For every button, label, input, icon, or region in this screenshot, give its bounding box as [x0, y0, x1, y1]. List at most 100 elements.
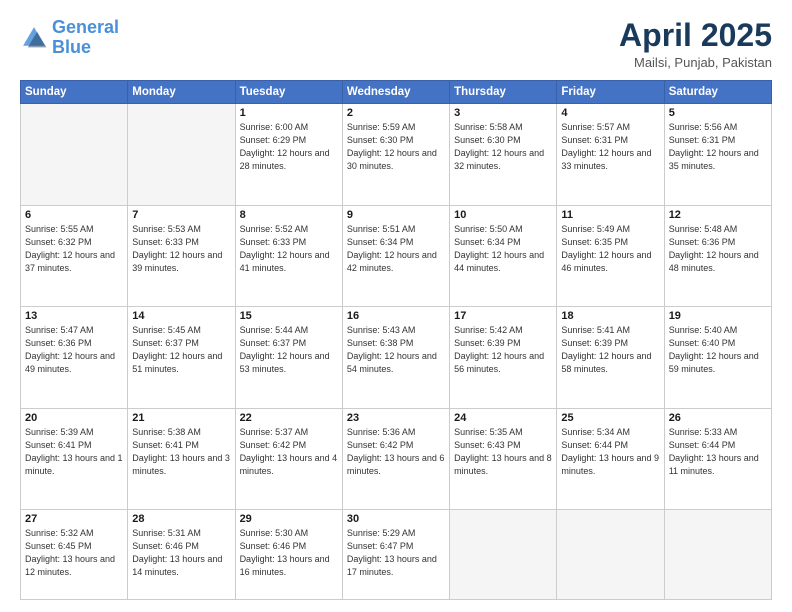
- day-detail: Sunrise: 5:44 AM Sunset: 6:37 PM Dayligh…: [240, 324, 338, 376]
- calendar-cell: 24 Sunrise: 5:35 AM Sunset: 6:43 PM Dayli…: [450, 408, 557, 509]
- calendar-cell: 7 Sunrise: 5:53 AM Sunset: 6:33 PM Daylig…: [128, 205, 235, 306]
- day-detail: Sunrise: 5:53 AM Sunset: 6:33 PM Dayligh…: [132, 223, 230, 275]
- col-header-thursday: Thursday: [450, 81, 557, 104]
- calendar-cell: 4 Sunrise: 5:57 AM Sunset: 6:31 PM Daylig…: [557, 104, 664, 205]
- calendar-cell: 3Sunrise: 5:58 AM Sunset: 6:30 PM Daylig…: [450, 104, 557, 205]
- calendar-cell: 23 Sunrise: 5:36 AM Sunset: 6:42 PM Dayli…: [342, 408, 449, 509]
- calendar-week-row: 1 Sunrise: 6:00 AM Sunset: 6:29 PM Daylig…: [21, 104, 772, 205]
- calendar-cell: 30 Sunrise: 5:29 AM Sunset: 6:47 PM Dayli…: [342, 510, 449, 600]
- calendar-cell: 27Sunrise: 5:32 AM Sunset: 6:45 PM Dayli…: [21, 510, 128, 600]
- day-number: 1: [240, 107, 338, 119]
- day-number: 18: [561, 310, 659, 322]
- calendar-cell: 22 Sunrise: 5:37 AM Sunset: 6:42 PM Dayli…: [235, 408, 342, 509]
- calendar-cell: [557, 510, 664, 600]
- month-title: April 2025: [619, 18, 772, 53]
- logo: General Blue: [20, 18, 119, 58]
- location: Mailsi, Punjab, Pakistan: [619, 55, 772, 70]
- day-detail: Sunrise: 5:49 AM Sunset: 6:35 PM Dayligh…: [561, 223, 659, 275]
- calendar-cell: 17Sunrise: 5:42 AM Sunset: 6:39 PM Dayli…: [450, 307, 557, 408]
- logo-text: General Blue: [52, 18, 119, 58]
- day-detail: Sunrise: 5:34 AM Sunset: 6:44 PM Dayligh…: [561, 426, 659, 478]
- day-detail: Sunrise: 5:43 AM Sunset: 6:38 PM Dayligh…: [347, 324, 445, 376]
- calendar-table: SundayMondayTuesdayWednesdayThursdayFrid…: [20, 80, 772, 600]
- day-number: 4: [561, 107, 659, 119]
- day-detail: Sunrise: 5:41 AM Sunset: 6:39 PM Dayligh…: [561, 324, 659, 376]
- calendar-cell: [450, 510, 557, 600]
- col-header-sunday: Sunday: [21, 81, 128, 104]
- day-number: 8: [240, 209, 338, 221]
- day-number: 12: [669, 209, 767, 221]
- day-number: 6: [25, 209, 123, 221]
- day-detail: Sunrise: 5:56 AM Sunset: 6:31 PM Dayligh…: [669, 121, 767, 173]
- day-detail: Sunrise: 5:32 AM Sunset: 6:45 PM Dayligh…: [25, 527, 123, 579]
- day-detail: Sunrise: 5:59 AM Sunset: 6:30 PM Dayligh…: [347, 121, 445, 173]
- calendar-cell: 20 Sunrise: 5:39 AM Sunset: 6:41 PM Dayli…: [21, 408, 128, 509]
- day-detail: Sunrise: 5:45 AM Sunset: 6:37 PM Dayligh…: [132, 324, 230, 376]
- col-header-saturday: Saturday: [664, 81, 771, 104]
- day-detail: Sunrise: 5:30 AM Sunset: 6:46 PM Dayligh…: [240, 527, 338, 579]
- day-number: 23: [347, 412, 445, 424]
- calendar-cell: [664, 510, 771, 600]
- day-number: 20: [25, 412, 123, 424]
- calendar-cell: 15 Sunrise: 5:44 AM Sunset: 6:37 PM Dayli…: [235, 307, 342, 408]
- calendar-week-row: 6Sunrise: 5:55 AM Sunset: 6:32 PM Daylig…: [21, 205, 772, 306]
- calendar-cell: 2 Sunrise: 5:59 AM Sunset: 6:30 PM Daylig…: [342, 104, 449, 205]
- calendar-cell: 8 Sunrise: 5:52 AM Sunset: 6:33 PM Daylig…: [235, 205, 342, 306]
- day-number: 26: [669, 412, 767, 424]
- day-number: 21: [132, 412, 230, 424]
- day-detail: Sunrise: 5:57 AM Sunset: 6:31 PM Dayligh…: [561, 121, 659, 173]
- day-detail: Sunrise: 5:58 AM Sunset: 6:30 PM Dayligh…: [454, 121, 552, 173]
- calendar-cell: [21, 104, 128, 205]
- day-number: 14: [132, 310, 230, 322]
- day-detail: Sunrise: 5:35 AM Sunset: 6:43 PM Dayligh…: [454, 426, 552, 478]
- day-detail: Sunrise: 5:51 AM Sunset: 6:34 PM Dayligh…: [347, 223, 445, 275]
- calendar-cell: 21 Sunrise: 5:38 AM Sunset: 6:41 PM Dayli…: [128, 408, 235, 509]
- day-detail: Sunrise: 5:38 AM Sunset: 6:41 PM Dayligh…: [132, 426, 230, 478]
- calendar-cell: 18 Sunrise: 5:41 AM Sunset: 6:39 PM Dayli…: [557, 307, 664, 408]
- page: General Blue April 2025 Mailsi, Punjab, …: [0, 0, 792, 612]
- day-number: 30: [347, 513, 445, 525]
- day-number: 2: [347, 107, 445, 119]
- day-detail: Sunrise: 5:37 AM Sunset: 6:42 PM Dayligh…: [240, 426, 338, 478]
- calendar-header-row: SundayMondayTuesdayWednesdayThursdayFrid…: [21, 81, 772, 104]
- header: General Blue April 2025 Mailsi, Punjab, …: [20, 18, 772, 70]
- calendar-cell: 6Sunrise: 5:55 AM Sunset: 6:32 PM Daylig…: [21, 205, 128, 306]
- day-detail: Sunrise: 5:36 AM Sunset: 6:42 PM Dayligh…: [347, 426, 445, 478]
- day-detail: Sunrise: 5:29 AM Sunset: 6:47 PM Dayligh…: [347, 527, 445, 579]
- calendar-cell: 26 Sunrise: 5:33 AM Sunset: 6:44 PM Dayli…: [664, 408, 771, 509]
- day-detail: Sunrise: 5:40 AM Sunset: 6:40 PM Dayligh…: [669, 324, 767, 376]
- calendar-cell: 10Sunrise: 5:50 AM Sunset: 6:34 PM Dayli…: [450, 205, 557, 306]
- day-number: 28: [132, 513, 230, 525]
- day-detail: Sunrise: 5:52 AM Sunset: 6:33 PM Dayligh…: [240, 223, 338, 275]
- calendar-week-row: 27Sunrise: 5:32 AM Sunset: 6:45 PM Dayli…: [21, 510, 772, 600]
- day-number: 9: [347, 209, 445, 221]
- day-number: 7: [132, 209, 230, 221]
- calendar-cell: 19Sunrise: 5:40 AM Sunset: 6:40 PM Dayli…: [664, 307, 771, 408]
- calendar-cell: [128, 104, 235, 205]
- day-detail: Sunrise: 5:47 AM Sunset: 6:36 PM Dayligh…: [25, 324, 123, 376]
- day-number: 22: [240, 412, 338, 424]
- calendar-cell: 9 Sunrise: 5:51 AM Sunset: 6:34 PM Daylig…: [342, 205, 449, 306]
- title-block: April 2025 Mailsi, Punjab, Pakistan: [619, 18, 772, 70]
- day-number: 17: [454, 310, 552, 322]
- day-detail: Sunrise: 5:50 AM Sunset: 6:34 PM Dayligh…: [454, 223, 552, 275]
- calendar-week-row: 13Sunrise: 5:47 AM Sunset: 6:36 PM Dayli…: [21, 307, 772, 408]
- col-header-monday: Monday: [128, 81, 235, 104]
- calendar-cell: 12Sunrise: 5:48 AM Sunset: 6:36 PM Dayli…: [664, 205, 771, 306]
- day-number: 15: [240, 310, 338, 322]
- calendar-cell: 14 Sunrise: 5:45 AM Sunset: 6:37 PM Dayli…: [128, 307, 235, 408]
- day-detail: Sunrise: 5:33 AM Sunset: 6:44 PM Dayligh…: [669, 426, 767, 478]
- logo-line1: General: [52, 17, 119, 37]
- day-detail: Sunrise: 6:00 AM Sunset: 6:29 PM Dayligh…: [240, 121, 338, 173]
- day-number: 25: [561, 412, 659, 424]
- calendar-cell: 1 Sunrise: 6:00 AM Sunset: 6:29 PM Daylig…: [235, 104, 342, 205]
- calendar-cell: 29 Sunrise: 5:30 AM Sunset: 6:46 PM Dayli…: [235, 510, 342, 600]
- day-number: 24: [454, 412, 552, 424]
- day-number: 29: [240, 513, 338, 525]
- calendar-cell: 16Sunrise: 5:43 AM Sunset: 6:38 PM Dayli…: [342, 307, 449, 408]
- day-detail: Sunrise: 5:31 AM Sunset: 6:46 PM Dayligh…: [132, 527, 230, 579]
- day-detail: Sunrise: 5:39 AM Sunset: 6:41 PM Dayligh…: [25, 426, 123, 478]
- calendar-cell: 5Sunrise: 5:56 AM Sunset: 6:31 PM Daylig…: [664, 104, 771, 205]
- calendar-cell: 28 Sunrise: 5:31 AM Sunset: 6:46 PM Dayli…: [128, 510, 235, 600]
- col-header-friday: Friday: [557, 81, 664, 104]
